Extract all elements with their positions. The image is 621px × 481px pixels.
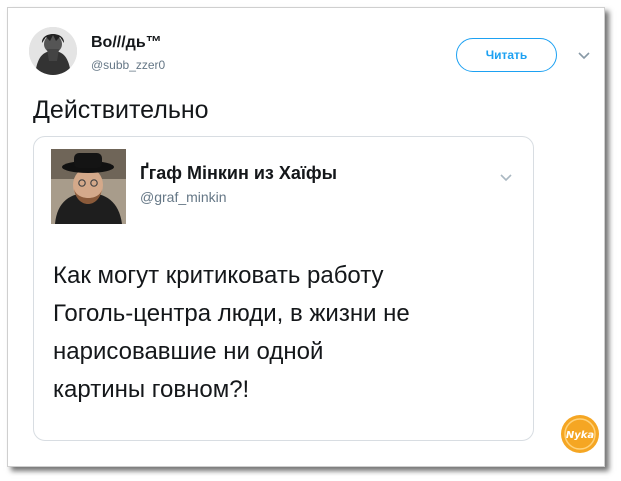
author-name[interactable]: Bo///дь™: [91, 34, 162, 52]
quoted-tweet[interactable]: Ґгаф Мінкин из Хаїфы @graf_minkin Как мо…: [33, 136, 534, 441]
watermark-logo: Nyka: [561, 415, 599, 453]
quoted-tweet-text: Как могут критиковать работу Гоголь-цент…: [53, 257, 523, 409]
quoted-author-handle[interactable]: @graf_minkin: [140, 189, 227, 205]
quoted-text-line: Гоголь-центра люди, в жизни не: [53, 300, 410, 327]
quoted-text-line: нарисовавшие ни одной: [53, 338, 324, 365]
chevron-down-icon[interactable]: [577, 51, 591, 61]
quoted-text-line: картины говном?!: [53, 376, 250, 403]
chevron-down-icon[interactable]: [499, 173, 513, 183]
quoted-text-line: Как могут критиковать работу: [53, 262, 384, 289]
tweet-text: Действительно: [33, 96, 209, 124]
follow-button[interactable]: Читать: [456, 38, 557, 72]
avatar[interactable]: [29, 27, 77, 75]
quoted-author-name[interactable]: Ґгаф Мінкин из Хаїфы: [140, 163, 337, 184]
svg-text:Nyka: Nyka: [566, 430, 595, 441]
author-handle[interactable]: @subb_zzer0: [91, 58, 165, 72]
quoted-avatar[interactable]: [51, 149, 126, 224]
